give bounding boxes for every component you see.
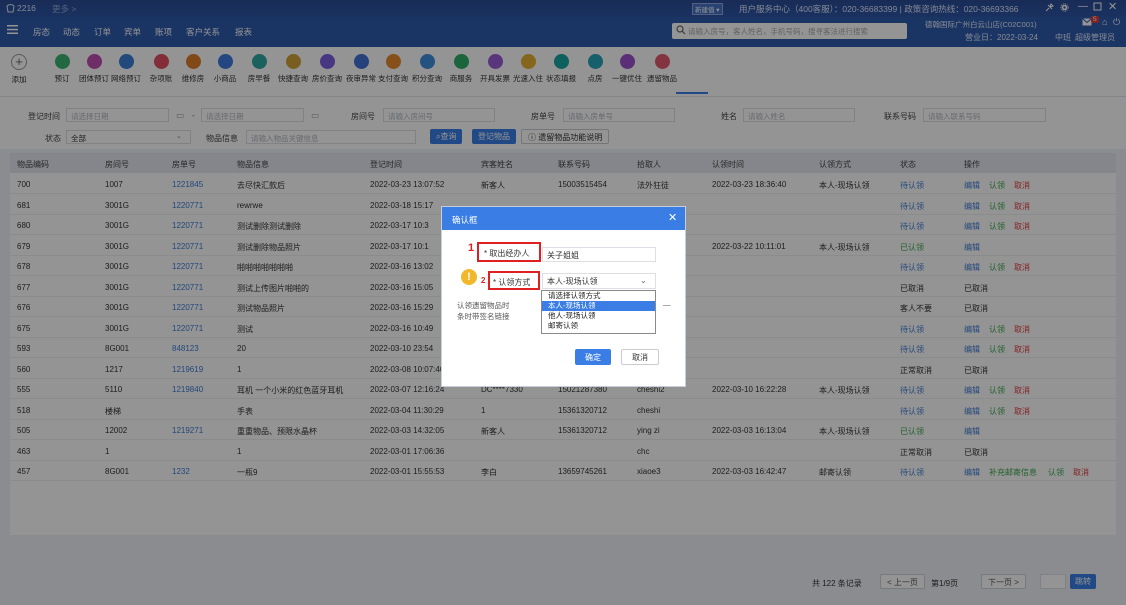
- dropdown-option-self[interactable]: 本人-现场认领: [542, 301, 655, 311]
- hidden-note-2: 条时带签名链接: [457, 312, 510, 321]
- chevron-down-icon: ⌄: [640, 276, 647, 285]
- hidden-note-1: 认领遗留物品时: [457, 301, 510, 310]
- pickup-label: * 取出经办人: [484, 249, 530, 258]
- step-marker-1: 1: [468, 242, 475, 254]
- dropdown-option-placeholder[interactable]: 请选择认领方式: [542, 291, 655, 301]
- dropdown-option-other[interactable]: 他人-现场认领: [542, 311, 655, 321]
- method-label: * 认领方式: [493, 278, 531, 287]
- step-marker-2: 2: [481, 276, 486, 285]
- method-select[interactable]: 本人-现场认领: [542, 273, 656, 289]
- cancel-button[interactable]: 取消: [621, 349, 659, 365]
- dialog-header: 确认框 ✕: [442, 207, 685, 230]
- close-icon[interactable]: ✕: [668, 211, 677, 224]
- warning-icon: !: [461, 269, 477, 285]
- dialog-title: 确认框: [452, 215, 478, 225]
- confirm-button[interactable]: 确定: [575, 349, 611, 365]
- pickup-input[interactable]: 关子姐姐: [542, 247, 656, 262]
- confirm-dialog: 确认框 ✕ 1 * 取出经办人 关子姐姐 ! 2 * 认领方式 本人-现场认领 …: [441, 206, 686, 387]
- method-dropdown: 请选择认领方式 本人-现场认领 他人-现场认领 邮寄认领: [541, 290, 656, 334]
- hidden-note-tail: —: [663, 300, 671, 309]
- dropdown-option-mail[interactable]: 邮寄认领: [542, 321, 655, 331]
